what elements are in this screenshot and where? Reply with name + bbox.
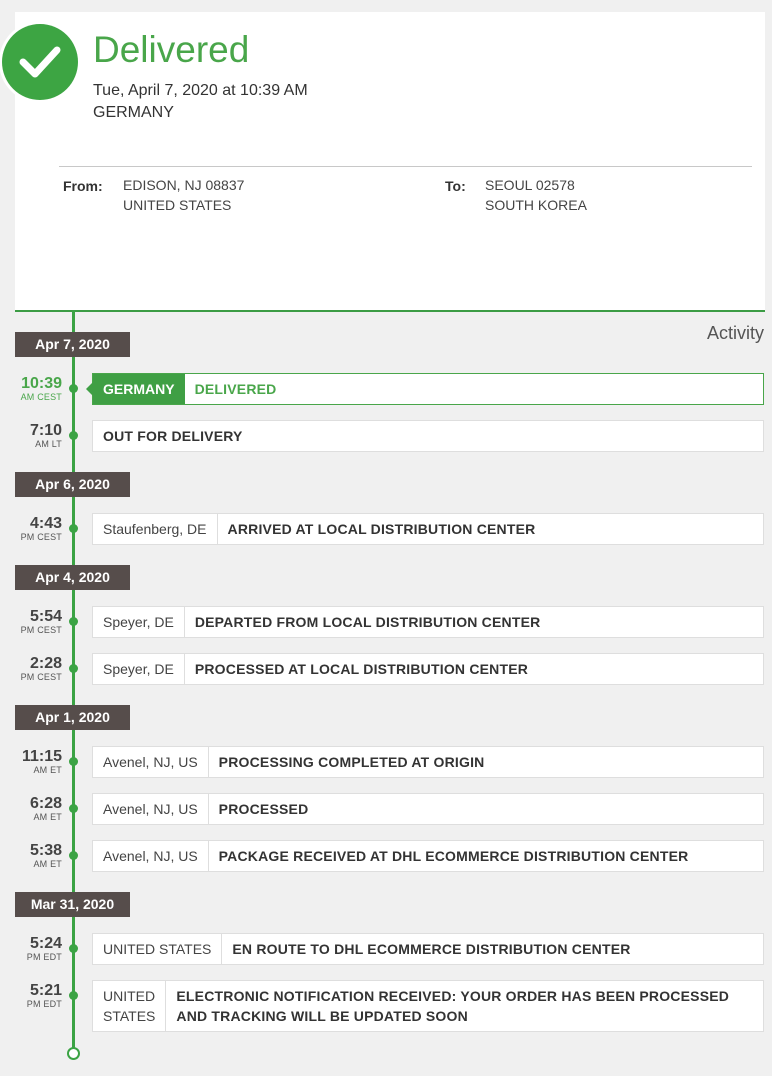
event-location: Avenel, NJ, US bbox=[93, 747, 209, 777]
event-time-value: 6:28 bbox=[29, 795, 62, 812]
event-timezone: PM CEST bbox=[20, 532, 62, 542]
timeline-dot bbox=[69, 431, 78, 440]
event-time: 6:28 AM ET bbox=[0, 795, 62, 823]
event-timezone: PM CEST bbox=[20, 672, 62, 682]
event-location: Speyer, DE bbox=[93, 654, 185, 684]
event-timezone: PM EDT bbox=[26, 999, 62, 1009]
date-header: Apr 6, 2020 bbox=[15, 472, 130, 497]
event-location: Avenel, NJ, US bbox=[93, 841, 209, 871]
timeline-dot bbox=[69, 617, 78, 626]
event-row: UNITED STATES EN ROUTE TO DHL ECOMMERCE … bbox=[92, 933, 764, 965]
event-description: PACKAGE RECEIVED AT DHL ECOMMERCE DISTRI… bbox=[218, 848, 689, 864]
event-time-value: 5:54 bbox=[29, 608, 62, 625]
timeline-line bbox=[72, 310, 75, 1052]
to-address-line1: SEOUL 02578 bbox=[485, 177, 575, 193]
event-description: OUT FOR DELIVERY bbox=[103, 428, 243, 444]
event-location: Avenel, NJ, US bbox=[93, 794, 209, 824]
timeline-end-marker bbox=[67, 1047, 80, 1060]
from-address: EDISON, NJ 08837 UNITED STATES bbox=[123, 175, 244, 215]
timeline-dot bbox=[69, 524, 78, 533]
timeline-dot bbox=[69, 991, 78, 1000]
event-row: Avenel, NJ, US PROCESSING COMPLETED AT O… bbox=[92, 746, 764, 778]
event-timezone: AM ET bbox=[33, 859, 62, 869]
event-timezone: AM LT bbox=[35, 439, 62, 449]
event-timezone: AM CEST bbox=[20, 392, 62, 402]
event-time-value: 10:39 bbox=[21, 375, 62, 392]
delivery-location: GERMANY bbox=[93, 104, 174, 121]
event-time-value: 5:24 bbox=[29, 935, 62, 952]
event-row: Avenel, NJ, US PROCESSED bbox=[92, 793, 764, 825]
event-time-value: 11:15 bbox=[21, 748, 62, 765]
event-description: DEPARTED FROM LOCAL DISTRIBUTION CENTER bbox=[194, 614, 541, 630]
event-description: PROCESSING COMPLETED AT ORIGIN bbox=[218, 754, 485, 770]
event-time: 5:24 PM EDT bbox=[0, 935, 62, 963]
event-time-value: 5:21 bbox=[29, 982, 62, 999]
event-timezone: PM EDT bbox=[26, 952, 62, 962]
event-time: 2:28 PM CEST bbox=[0, 655, 62, 683]
event-time-value: 2:28 bbox=[29, 655, 62, 672]
to-label: To: bbox=[445, 178, 466, 194]
to-address: SEOUL 02578 SOUTH KOREA bbox=[485, 175, 587, 215]
event-location: Speyer, DE bbox=[93, 607, 185, 637]
event-pointer bbox=[86, 382, 93, 396]
from-address-line2: UNITED STATES bbox=[123, 197, 232, 213]
timeline-dot bbox=[69, 804, 78, 813]
timeline-dot bbox=[69, 384, 78, 393]
timeline-dot bbox=[69, 851, 78, 860]
event-timezone: AM ET bbox=[33, 765, 62, 775]
event-description: PROCESSED bbox=[218, 801, 309, 817]
timeline-dot bbox=[69, 664, 78, 673]
event-description: ARRIVED AT LOCAL DISTRIBUTION CENTER bbox=[227, 521, 536, 537]
event-description: DELIVERED bbox=[194, 381, 277, 397]
event-location: Staufenberg, DE bbox=[93, 514, 218, 544]
timeline-dot bbox=[69, 944, 78, 953]
event-location: UNITED STATES bbox=[93, 981, 167, 1031]
delivery-status: Delivered bbox=[93, 29, 250, 70]
event-row: Avenel, NJ, US PACKAGE RECEIVED AT DHL E… bbox=[92, 840, 764, 872]
date-header: Apr 7, 2020 bbox=[15, 332, 130, 357]
event-time: 4:43 PM CEST bbox=[0, 515, 62, 543]
event-location: UNITED STATES bbox=[93, 934, 223, 964]
from-label: From: bbox=[63, 178, 103, 194]
activity-heading: Activity bbox=[706, 323, 764, 343]
event-row: OUT FOR DELIVERY bbox=[92, 420, 764, 452]
delivered-check-icon bbox=[2, 24, 78, 100]
event-time: 5:38 AM ET bbox=[0, 842, 62, 870]
event-time: 7:10 AM LT bbox=[0, 422, 62, 450]
event-description: PROCESSED AT LOCAL DISTRIBUTION CENTER bbox=[194, 661, 529, 677]
from-address-line1: EDISON, NJ 08837 bbox=[123, 177, 245, 193]
event-row: UNITED STATES ELECTRONIC NOTIFICATION RE… bbox=[92, 980, 764, 1032]
event-row: Speyer, DE DEPARTED FROM LOCAL DISTRIBUT… bbox=[92, 606, 764, 638]
event-time-value: 5:38 bbox=[29, 842, 62, 859]
event-row: GERMANY DELIVERED bbox=[86, 373, 764, 405]
divider bbox=[59, 166, 752, 167]
event-time-value: 7:10 bbox=[29, 422, 62, 439]
date-header: Apr 4, 2020 bbox=[15, 565, 130, 590]
event-time: 5:21 PM EDT bbox=[0, 982, 62, 1010]
to-address-line2: SOUTH KOREA bbox=[485, 197, 587, 213]
event-time: 5:54 PM CEST bbox=[0, 608, 62, 636]
date-header: Apr 1, 2020 bbox=[15, 705, 130, 730]
event-description: ELECTRONIC NOTIFICATION RECEIVED: YOUR O… bbox=[176, 988, 730, 1024]
event-row: Staufenberg, DE ARRIVED AT LOCAL DISTRIB… bbox=[92, 513, 764, 545]
event-time-value: 4:43 bbox=[29, 515, 62, 532]
timeline-dot bbox=[69, 757, 78, 766]
delivery-datetime: Tue, April 7, 2020 at 10:39 AM bbox=[93, 82, 308, 99]
event-time: 10:39 AM CEST bbox=[0, 375, 62, 403]
event-location: GERMANY bbox=[93, 374, 185, 404]
event-description: EN ROUTE TO DHL ECOMMERCE DISTRIBUTION C… bbox=[232, 941, 631, 957]
date-header: Mar 31, 2020 bbox=[15, 892, 130, 917]
event-timezone: AM ET bbox=[33, 812, 62, 822]
event-row: Speyer, DE PROCESSED AT LOCAL DISTRIBUTI… bbox=[92, 653, 764, 685]
event-timezone: PM CEST bbox=[20, 625, 62, 635]
event-time: 11:15 AM ET bbox=[0, 748, 62, 776]
